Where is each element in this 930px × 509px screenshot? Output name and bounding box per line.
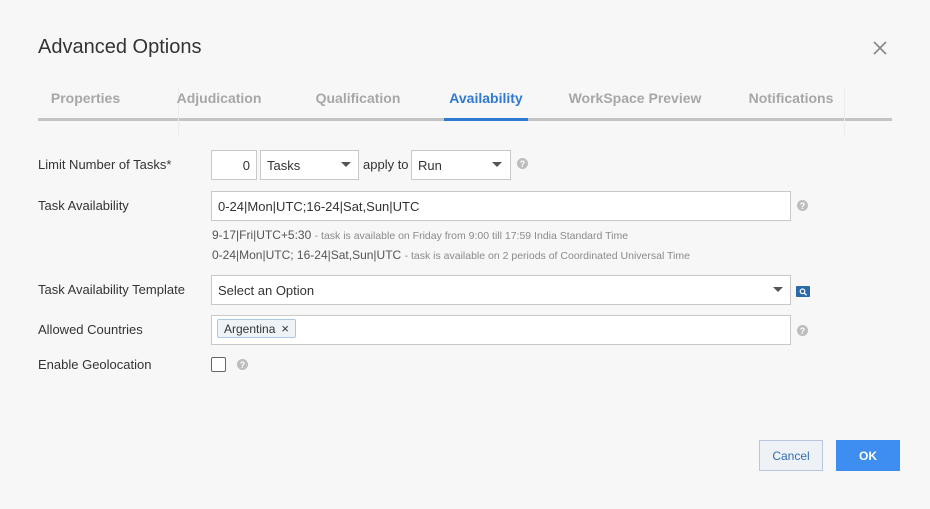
availability-input[interactable]: 0-24|Mon|UTC;16-24|Sat,Sun|UTC (211, 191, 791, 221)
availability-label: Task Availability (38, 198, 129, 213)
task-unit-value: Tasks (267, 157, 301, 173)
task-count-input[interactable]: 0 (211, 150, 257, 180)
chevron-down-icon (773, 287, 783, 292)
close-button[interactable] (869, 37, 891, 59)
tab-availability[interactable]: Availability (444, 78, 528, 121)
availability-hint-1: 9-17|Fri|UTC+5:30 - task is available on… (212, 228, 628, 242)
template-label: Task Availability Template (38, 282, 185, 297)
help-icon[interactable]: ? (797, 325, 808, 336)
hint-1-description: - task is available on Friday from 9:00 … (314, 230, 629, 242)
hint-1-code: 9-17|Fri|UTC+5:30 (212, 228, 312, 242)
chevron-down-icon (492, 162, 502, 167)
tab-properties[interactable]: Properties (38, 78, 133, 118)
remove-tag-icon[interactable]: × (281, 321, 289, 336)
hint-2-code: 0-24|Mon|UTC; 16-24|Sat,Sun|UTC (212, 248, 402, 262)
tab-notifications[interactable]: Notifications (740, 78, 842, 118)
ok-button[interactable]: OK (836, 440, 900, 471)
countries-label: Allowed Countries (38, 322, 143, 337)
countries-input[interactable] (211, 315, 791, 345)
country-tag: Argentina × (217, 319, 296, 338)
cancel-button[interactable]: Cancel (759, 440, 823, 471)
geolocation-checkbox[interactable] (211, 357, 226, 372)
tab-qualification[interactable]: Qualification (300, 78, 416, 118)
geolocation-label: Enable Geolocation (38, 357, 152, 372)
apply-to-label: apply to (363, 157, 409, 172)
apply-to-value: Run (418, 157, 442, 173)
tab-adjudication[interactable]: Adjudication (166, 78, 272, 118)
template-select[interactable]: Select an Option (211, 275, 791, 305)
tab-workspace-preview[interactable]: WorkSpace Preview (562, 78, 708, 118)
template-placeholder: Select an Option (218, 282, 315, 298)
help-icon[interactable]: ? (517, 158, 528, 169)
template-search-button[interactable] (796, 286, 810, 297)
apply-to-select[interactable]: Run (411, 150, 511, 180)
task-unit-select[interactable]: Tasks (260, 150, 359, 180)
dialog-title: Advanced Options (38, 36, 202, 58)
help-icon[interactable]: ? (797, 200, 808, 211)
tab-divider (844, 88, 845, 136)
hint-2-description: - task is available on 2 periods of Coor… (404, 250, 690, 262)
chevron-down-icon (341, 162, 351, 167)
country-tag-label: Argentina (224, 321, 276, 336)
close-icon (873, 41, 887, 55)
limit-label: Limit Number of Tasks* (38, 157, 172, 172)
availability-hint-2: 0-24|Mon|UTC; 16-24|Sat,Sun|UTC - task i… (212, 248, 690, 262)
help-icon[interactable]: ? (237, 359, 248, 370)
search-icon (799, 287, 807, 296)
tab-bar: Properties Adjudication Qualification Av… (38, 78, 892, 136)
